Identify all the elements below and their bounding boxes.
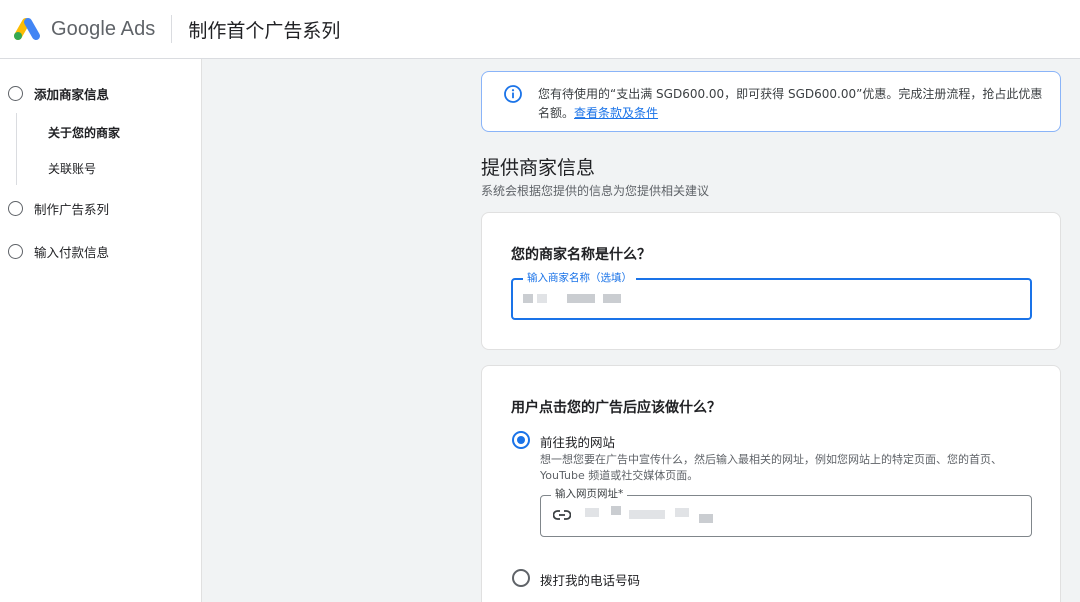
- ad-action-question: 用户点击您的广告后应该做什么？: [511, 400, 721, 416]
- step-add-business-info[interactable]: 添加商家信息: [8, 84, 109, 103]
- setup-steps-sidebar: 添加商家信息 关于您的商家 关联账号 制作广告系列 输入付款信息: [0, 59, 202, 602]
- top-app-bar: Google Ads 制作首个广告系列: [0, 0, 1080, 59]
- redacted-text: [585, 508, 599, 517]
- brand-name: Google Ads: [51, 17, 156, 40]
- page-title: 制作首个广告系列: [188, 19, 341, 42]
- substep-link-accounts[interactable]: 关联账号: [48, 160, 96, 177]
- business-name-card: 您的商家名称是什么？ 输入商家名称（选填）: [481, 212, 1061, 350]
- redacted-text: [699, 514, 713, 523]
- step-enter-payment[interactable]: 输入付款信息: [8, 242, 109, 261]
- website-url-field-label: 输入网页网址*: [551, 488, 628, 501]
- website-url-input[interactable]: 输入网页网址*: [540, 488, 1032, 537]
- substep-connector: [16, 113, 17, 185]
- business-name-input[interactable]: 输入商家名称（选填）: [511, 272, 1032, 320]
- info-icon: [504, 85, 522, 103]
- step-create-campaign[interactable]: 制作广告系列: [8, 199, 109, 218]
- step-label: 输入付款信息: [34, 245, 110, 260]
- step-label: 添加商家信息: [34, 87, 110, 102]
- promo-notice-banner: 您有待使用的“支出满 SGD600.00，即可获得 SGD600.00”优惠。完…: [481, 71, 1061, 132]
- main-content: 您有待使用的“支出满 SGD600.00，即可获得 SGD600.00”优惠。完…: [202, 59, 1080, 602]
- website-option-label[interactable]: 前往我的网站: [540, 432, 615, 451]
- google-ads-logo[interactable]: Google Ads: [12, 0, 155, 59]
- website-option-description: 想一想您要在广告中宣传什么，然后输入最相关的网址，例如您网站上的特定页面、您的首…: [540, 453, 1002, 482]
- terms-link[interactable]: 查看条款及条件: [574, 106, 658, 120]
- redacted-text: [523, 294, 533, 303]
- redacted-text: [611, 506, 621, 515]
- step-circle-icon: [8, 201, 23, 216]
- google-ads-logo-icon: [14, 18, 40, 40]
- website-radio[interactable]: [512, 431, 530, 449]
- link-icon: [553, 510, 571, 520]
- step-circle-icon: [8, 86, 23, 101]
- notice-text: 您有待使用的“支出满 SGD600.00，即可获得 SGD600.00”优惠。完…: [538, 85, 1044, 123]
- step-label: 制作广告系列: [34, 202, 110, 217]
- ad-action-card: 用户点击您的广告后应该做什么？ 前往我的网站 想一想您要在广告中宣传什么，然后输…: [481, 365, 1061, 602]
- header-divider: [171, 15, 173, 43]
- business-name-field-label: 输入商家名称（选填）: [523, 272, 636, 285]
- business-name-question: 您的商家名称是什么？: [511, 247, 651, 263]
- section-subtitle: 系统会根据您提供的信息为您提供相关建议: [481, 184, 710, 198]
- redacted-text: [675, 508, 689, 517]
- phone-radio[interactable]: [512, 569, 530, 587]
- step-circle-icon: [8, 244, 23, 259]
- section-title: 提供商家信息: [481, 157, 596, 179]
- redacted-text: [537, 294, 547, 303]
- redacted-text: [567, 294, 595, 303]
- redacted-text: [629, 510, 665, 519]
- redacted-text: [603, 294, 621, 303]
- phone-option-label[interactable]: 拨打我的电话号码: [540, 570, 640, 589]
- substep-about-business[interactable]: 关于您的商家: [48, 124, 120, 141]
